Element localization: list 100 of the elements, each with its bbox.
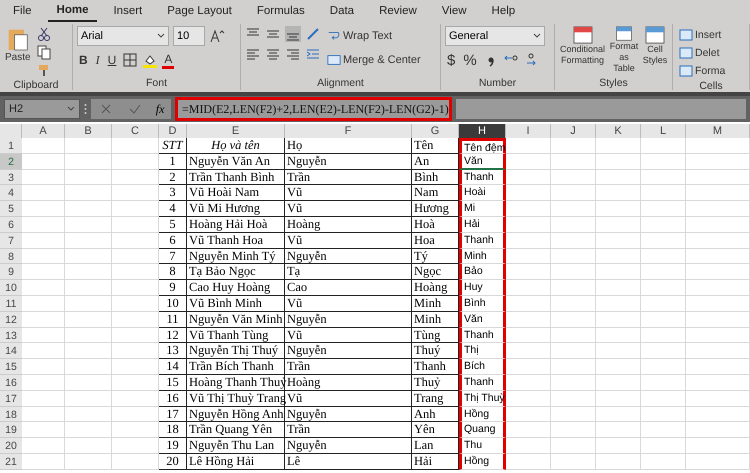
table-cell: Hải (459, 216, 506, 233)
row-header[interactable]: 4 (0, 185, 22, 202)
ribbon-tab[interactable]: Page Layout (158, 0, 241, 22)
column-header[interactable]: E (187, 124, 285, 138)
ribbon-tab[interactable]: Insert (104, 0, 152, 22)
empty-cell (596, 438, 641, 454)
ribbon-tab[interactable]: Help (482, 0, 524, 22)
insert-function-button[interactable]: fx (156, 102, 164, 116)
table-cell: Thanh (459, 328, 506, 344)
column-header[interactable]: L (641, 124, 686, 138)
group-label: Font (144, 76, 168, 90)
scissors-icon[interactable] (36, 26, 52, 42)
row-header[interactable]: 14 (0, 343, 22, 360)
column-header[interactable]: G (412, 124, 459, 138)
styles-button[interactable]: Cell Styles (642, 26, 668, 74)
empty-cell (506, 454, 551, 470)
font-color-button[interactable]: A (162, 51, 174, 69)
table-cell: Trần Bích Thanh (187, 359, 285, 375)
cells-button[interactable]: Insert (677, 26, 728, 43)
empty-cell (641, 248, 686, 264)
empty-cell (65, 438, 112, 454)
row-header[interactable]: 16 (0, 374, 22, 391)
ribbon-tab[interactable]: View (432, 0, 476, 22)
row-header[interactable]: 10 (0, 280, 22, 296)
empty-cell (551, 138, 596, 154)
bold-button[interactable]: B (77, 50, 90, 70)
column-header[interactable]: M (686, 124, 750, 138)
group-label: Alignment (316, 76, 365, 90)
row-header[interactable]: 9 (0, 264, 22, 280)
underline-button[interactable]: U (106, 50, 118, 70)
row-header[interactable]: 5 (0, 201, 22, 217)
font-size-field[interactable]: 10 (173, 26, 205, 46)
borders-icon[interactable] (122, 52, 138, 68)
row-header[interactable]: 2 (0, 154, 22, 170)
formula-field[interactable]: =MID(E2,LEN(F2)+2,LEN(E2)-LEN(F2)-LEN(G2)-1) (175, 97, 452, 121)
column-header[interactable]: K (596, 124, 641, 138)
name-box[interactable]: H2 (4, 99, 80, 119)
align-bottom-icon[interactable] (285, 26, 301, 42)
styles-button[interactable]: Conditional Formatting (559, 26, 606, 74)
empty-cell (112, 232, 159, 249)
row-header[interactable]: 12 (0, 312, 22, 328)
table-cell: Anh (412, 406, 459, 422)
table-cell: Văn (459, 312, 506, 328)
column-header[interactable]: J (551, 124, 596, 138)
empty-cell (112, 201, 159, 217)
table-cell: 8 (159, 264, 187, 280)
empty-cell (686, 390, 750, 407)
column-header[interactable]: F (285, 124, 412, 138)
column-header[interactable]: B (65, 124, 112, 138)
column-header[interactable]: C (112, 124, 159, 138)
table-cell: Ngọc (412, 264, 459, 280)
column-header[interactable]: D (159, 124, 187, 138)
table-cell: Nguyễn (285, 248, 412, 264)
row-header[interactable]: 3 (0, 170, 22, 186)
table-cell: Văn (459, 154, 506, 170)
table-cell: Huy (459, 280, 506, 296)
row-header[interactable]: 18 (0, 406, 22, 422)
row-header[interactable]: 19 (0, 422, 22, 438)
table-cell: 18 (159, 422, 187, 438)
row-header[interactable]: 17 (0, 390, 22, 407)
table-cell: Hải (412, 454, 459, 470)
row-header[interactable]: 6 (0, 216, 22, 233)
empty-cell (551, 359, 596, 375)
empty-cell (686, 296, 750, 312)
ribbon-tab[interactable]: File (4, 0, 41, 22)
column-header[interactable]: I (506, 124, 551, 138)
font-grow-icon[interactable] (209, 28, 225, 44)
percent-button[interactable]: % (461, 50, 479, 70)
empty-cell (596, 138, 641, 154)
row-header[interactable]: 21 (0, 454, 22, 470)
row-header[interactable]: 1 (0, 138, 22, 154)
italic-button[interactable]: I (94, 50, 102, 70)
currency-button[interactable]: $ (445, 50, 458, 70)
merge-center-button[interactable]: Merge & Center (325, 50, 423, 70)
ribbon-tab[interactable]: Data (320, 0, 364, 22)
wrap-text-button[interactable]: Wrap Text (325, 26, 423, 46)
empty-cell (506, 438, 551, 454)
cells-button[interactable]: Forma (677, 62, 728, 79)
row-header[interactable]: 8 (0, 248, 22, 264)
table-cell: Hồng (459, 406, 506, 422)
row-header[interactable]: 11 (0, 296, 22, 312)
number-format-field[interactable]: General (445, 26, 545, 46)
row-header[interactable]: 13 (0, 328, 22, 344)
styles-button[interactable]: Format as Table (607, 26, 641, 74)
row-header[interactable]: 15 (0, 359, 22, 375)
font-name-field[interactable]: Arial (77, 26, 169, 46)
ribbon-tab[interactable]: Review (370, 0, 426, 22)
cells-button[interactable]: Delet (677, 44, 728, 61)
copy-icon[interactable] (36, 44, 52, 60)
column-header[interactable]: A (22, 124, 65, 138)
empty-cell (65, 454, 112, 470)
row-header[interactable]: 20 (0, 438, 22, 454)
empty-cell (112, 280, 159, 296)
row-header[interactable]: 7 (0, 232, 22, 249)
ribbon-tab[interactable]: Formulas (248, 0, 314, 22)
column-header[interactable]: H (459, 124, 506, 138)
table-cell: Quang (459, 422, 506, 438)
empty-cell (112, 154, 159, 170)
paste-button[interactable]: Paste (4, 26, 32, 74)
group-label: Clipboard (12, 78, 60, 92)
